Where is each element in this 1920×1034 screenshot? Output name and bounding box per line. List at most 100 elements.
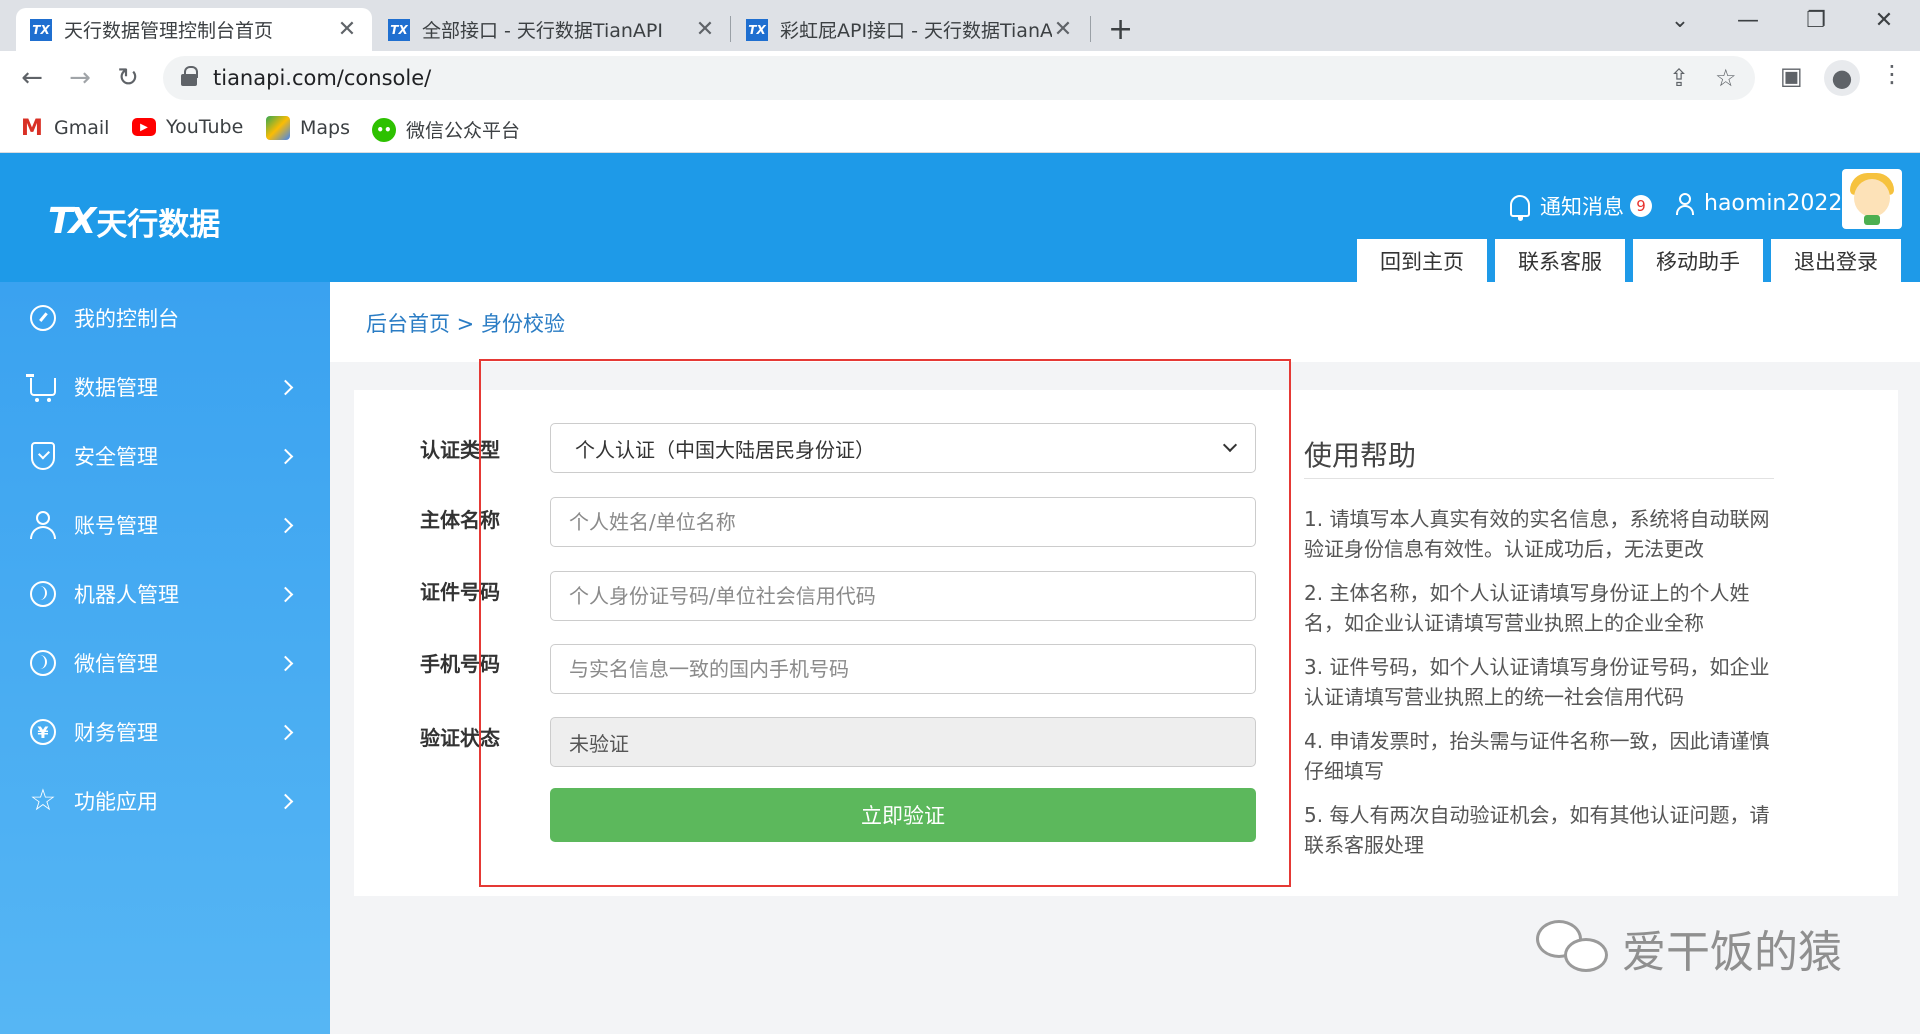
sidebar-item-finance[interactable]: ¥ 财务管理 — [0, 702, 330, 762]
username: haomin2022 — [1704, 191, 1843, 216]
avatar[interactable] — [1842, 169, 1902, 229]
close-icon[interactable]: ✕ — [1052, 17, 1074, 42]
youtube-icon: ▶ — [132, 118, 156, 136]
close-icon[interactable]: ✕ — [694, 17, 716, 42]
bell-icon — [1510, 195, 1530, 221]
new-tab-plus-icon[interactable]: + — [1108, 12, 1133, 47]
chevron-right-icon — [277, 793, 294, 809]
help-item: 3. 证件号码，如个人认证请填写身份证号码，如企业认证请填写营业执照上的统一社会… — [1304, 655, 1770, 709]
tianapi-favicon-icon: TX — [388, 18, 410, 41]
chevron-right-icon — [277, 586, 294, 602]
tab-title: 彩虹屁API接口 - 天行数据TianA — [780, 20, 1052, 42]
tab-rainbow-api[interactable]: TX 彩虹屁API接口 - 天行数据TianA ✕ — [732, 8, 1088, 51]
gmail-icon: M — [21, 115, 43, 141]
notice-label: 通知消息 — [1540, 195, 1624, 219]
bookmarks-bar: M Gmail ▶ YouTube Maps •• 微信公众平台 — [0, 107, 1920, 153]
address-bar[interactable]: tianapi.com/console/ ⇪ ☆ — [163, 56, 1755, 100]
tab-console-home[interactable]: TX 天行数据管理控制台首页 ✕ — [16, 8, 372, 51]
sidebar-item-label: 功能应用 — [74, 790, 158, 814]
tab-title: 天行数据管理控制台首页 — [64, 20, 274, 42]
bookmark-gmail[interactable]: M Gmail — [20, 115, 110, 141]
cart-icon — [26, 372, 58, 402]
browser-tab-bar: TX 天行数据管理控制台首页 ✕ TX 全部接口 - 天行数据TianAPI ✕… — [0, 0, 1920, 51]
sidebar: 我的控制台 数据管理 安全管理 账号管理 机器人管理 微信管理 ¥ 财务管理 ☆… — [0, 282, 330, 1034]
bookmark-wechat[interactable]: •• 微信公众平台 — [372, 116, 520, 143]
maps-icon — [266, 116, 290, 140]
url-text[interactable]: tianapi.com/console/ — [213, 66, 431, 90]
tab-title: 全部接口 - 天行数据TianAPI — [422, 20, 663, 42]
sidebar-item-features[interactable]: ☆ 功能应用 — [0, 771, 330, 831]
notifications-link[interactable]: 通知消息 9 — [1510, 191, 1652, 221]
sidebar-item-label: 账号管理 — [74, 514, 158, 538]
side-panel-icon[interactable]: ▣ — [1780, 62, 1803, 90]
star-icon: ☆ — [29, 783, 57, 818]
profile-icon[interactable]: ● — [1824, 60, 1860, 96]
tab-separator — [730, 16, 731, 42]
dashboard-icon — [28, 303, 58, 333]
sidebar-item-security[interactable]: 安全管理 — [0, 426, 330, 486]
share-icon[interactable]: ⇪ — [1669, 64, 1689, 92]
sidebar-item-label: 机器人管理 — [74, 583, 179, 607]
watermark: 爱干饭的猿 — [1536, 916, 1842, 980]
bookmark-label: Maps — [300, 117, 350, 139]
chevron-right-icon — [277, 517, 294, 533]
sidebar-item-label: 财务管理 — [74, 721, 158, 745]
app-header: TX 天行数据 通知消息 9 haomin2022 回到主页 联系客服 移动助手… — [0, 153, 1920, 282]
logo-text: 天行数据 — [96, 207, 221, 243]
sidebar-item-label: 我的控制台 — [74, 307, 179, 331]
home-button[interactable]: 回到主页 — [1357, 239, 1487, 282]
watermark-text: 爱干饭的猿 — [1622, 927, 1842, 978]
menu-kebab-icon[interactable]: ⋮ — [1880, 60, 1904, 88]
tianapi-favicon-icon: TX — [746, 18, 768, 41]
avatar-bow — [1864, 215, 1880, 225]
user-link[interactable]: haomin2022 — [1676, 191, 1842, 216]
wechat-watermark-icon — [1536, 920, 1610, 976]
restore-icon[interactable]: ❐ — [1796, 8, 1836, 33]
sidebar-item-data[interactable]: 数据管理 — [0, 357, 330, 417]
sidebar-item-console[interactable]: 我的控制台 — [0, 288, 330, 348]
breadcrumb[interactable]: 后台首页 > 身份校验 — [366, 308, 565, 338]
sidebar-item-label: 微信管理 — [74, 652, 158, 676]
sidebar-item-robot[interactable]: 机器人管理 — [0, 564, 330, 624]
yen-icon: ¥ — [28, 717, 58, 747]
sidebar-item-wechat[interactable]: 微信管理 — [0, 633, 330, 693]
tab-search-chevron-icon[interactable]: ⌄ — [1660, 8, 1700, 33]
close-icon[interactable]: ✕ — [336, 17, 358, 42]
bookmark-star-icon[interactable]: ☆ — [1715, 64, 1737, 92]
bookmark-maps[interactable]: Maps — [266, 116, 350, 140]
minimize-icon[interactable]: — — [1728, 8, 1768, 33]
mobile-assistant-button[interactable]: 移动助手 — [1633, 239, 1763, 282]
user-icon — [28, 510, 58, 540]
back-arrow-icon[interactable]: ← — [14, 60, 50, 96]
sidebar-item-label: 安全管理 — [74, 445, 158, 469]
shield-icon — [28, 441, 58, 471]
breadcrumb-bar: 后台首页 > 身份校验 — [330, 282, 1920, 362]
help-item: 4. 申请发票时，抬头需与证件名称一致，因此请谨慎仔细填写 — [1304, 729, 1770, 783]
contact-support-button[interactable]: 联系客服 — [1495, 239, 1625, 282]
tab-all-apis[interactable]: TX 全部接口 - 天行数据TianAPI ✕ — [374, 8, 730, 51]
help-divider — [1304, 478, 1774, 479]
help-item: 1. 请填写本人真实有效的实名信息，系统将自动联网验证身份信息有效性。认证成功后… — [1304, 507, 1770, 561]
logout-button[interactable]: 退出登录 — [1771, 239, 1901, 282]
bookmark-label: Gmail — [54, 117, 110, 139]
sidebar-item-account[interactable]: 账号管理 — [0, 495, 330, 555]
help-item: 5. 每人有两次自动验证机会，如有其他认证问题，请联系客服处理 — [1304, 803, 1770, 857]
site-logo[interactable]: TX 天行数据 — [48, 199, 220, 244]
reload-icon[interactable]: ↻ — [110, 60, 146, 96]
robot-icon — [28, 579, 58, 609]
avatar-face — [1854, 179, 1890, 217]
bookmark-label: 微信公众平台 — [406, 120, 521, 142]
chevron-right-icon — [277, 655, 294, 671]
chevron-right-icon — [277, 724, 294, 740]
browser-toolbar: ← → ↻ tianapi.com/console/ ⇪ ☆ — [0, 51, 1920, 107]
forward-arrow-icon[interactable]: → — [62, 60, 98, 96]
bookmark-youtube[interactable]: ▶ YouTube — [132, 116, 243, 138]
help-item: 2. 主体名称，如个人认证请填写身份证上的个人姓名，如企业认证请填写营业执照上的… — [1304, 581, 1750, 635]
window-close-icon[interactable]: ✕ — [1864, 8, 1904, 33]
help-title: 使用帮助 — [1304, 439, 1417, 472]
wechat-icon: •• — [372, 117, 396, 142]
chevron-right-icon — [277, 448, 294, 464]
chevron-right-icon — [277, 379, 294, 395]
tianapi-favicon-icon: TX — [30, 18, 52, 41]
highlight-annotation — [479, 359, 1291, 887]
